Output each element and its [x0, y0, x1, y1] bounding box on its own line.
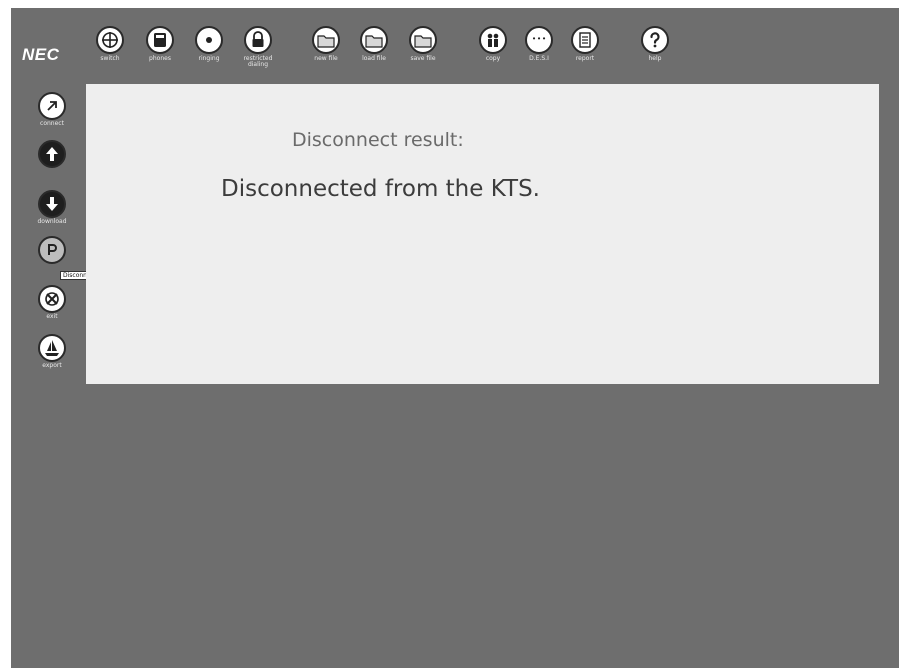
toolbar-label: new file: [314, 55, 338, 62]
application-window: NEC switch phones ringing restricted dia…: [11, 8, 899, 668]
toolbar-label: switch: [100, 55, 120, 62]
toolbar-label: ringing: [198, 55, 220, 62]
lock-icon: [244, 26, 272, 54]
toolbar-phones-button[interactable]: phones: [140, 26, 180, 62]
toolbar-label: save file: [410, 55, 436, 62]
sidebar-connect-button[interactable]: connect: [34, 92, 70, 127]
sidebar-export-button[interactable]: export: [34, 334, 70, 369]
report-icon: [571, 26, 599, 54]
toolbar-ringing-button[interactable]: ringing: [189, 26, 229, 62]
sailboat-icon: [38, 334, 66, 362]
folder-icon: [360, 26, 388, 54]
dss-glyph: • • •: [532, 34, 546, 43]
result-label: Disconnect result:: [292, 129, 464, 151]
ringing-icon: [195, 26, 223, 54]
toolbar-new-file-button[interactable]: new file: [306, 26, 346, 62]
exit-icon: [38, 285, 66, 313]
sidebar-disconnect-button[interactable]: [34, 236, 70, 265]
toolbar-load-file-button[interactable]: load file: [354, 26, 394, 62]
sidebar-label: export: [42, 362, 62, 369]
toolbar-label: report: [575, 55, 595, 62]
toolbar-label: D.E.S.I: [529, 55, 549, 62]
sidebar-upload-button[interactable]: [34, 140, 70, 169]
toolbar-label: help: [648, 55, 662, 62]
nec-logo: NEC: [22, 45, 60, 64]
folder-icon: [409, 26, 437, 54]
sidebar-label: connect: [40, 120, 64, 127]
result-message: Disconnected from the KTS.: [221, 176, 540, 202]
toolbar-label: load file: [362, 55, 386, 62]
connect-icon: [38, 92, 66, 120]
download-icon: [38, 190, 66, 218]
toolbar-label: phones: [149, 55, 171, 62]
toolbar-copy-button[interactable]: copy: [473, 26, 513, 62]
result-panel: Disconnect result: Disconnected from the…: [86, 84, 879, 384]
sidebar-exit-button[interactable]: exit: [34, 285, 70, 320]
toolbar-report-button[interactable]: report: [565, 26, 605, 62]
disconnect-icon: [38, 236, 66, 264]
toolbar-restricted-dialing-button[interactable]: restricted dialing: [238, 26, 278, 68]
upload-icon: [38, 140, 66, 168]
toolbar-label: copy: [485, 55, 501, 62]
sidebar-download-button[interactable]: download: [34, 190, 70, 225]
switch-icon: [96, 26, 124, 54]
sidebar-label: exit: [46, 313, 58, 320]
toolbar-save-file-button[interactable]: save file: [403, 26, 443, 62]
toolbar-help-button[interactable]: help: [635, 26, 675, 62]
folder-icon: [312, 26, 340, 54]
phones-icon: [146, 26, 174, 54]
sidebar-label: download: [37, 218, 67, 225]
copy-people-icon: [479, 26, 507, 54]
toolbar-label: restricted dialing: [243, 55, 273, 68]
help-icon: [641, 26, 669, 54]
toolbar-desi-button[interactable]: • • • D.E.S.I: [519, 26, 559, 62]
toolbar-switch-button[interactable]: switch: [90, 26, 130, 62]
dss-icon: • • •: [525, 26, 553, 54]
